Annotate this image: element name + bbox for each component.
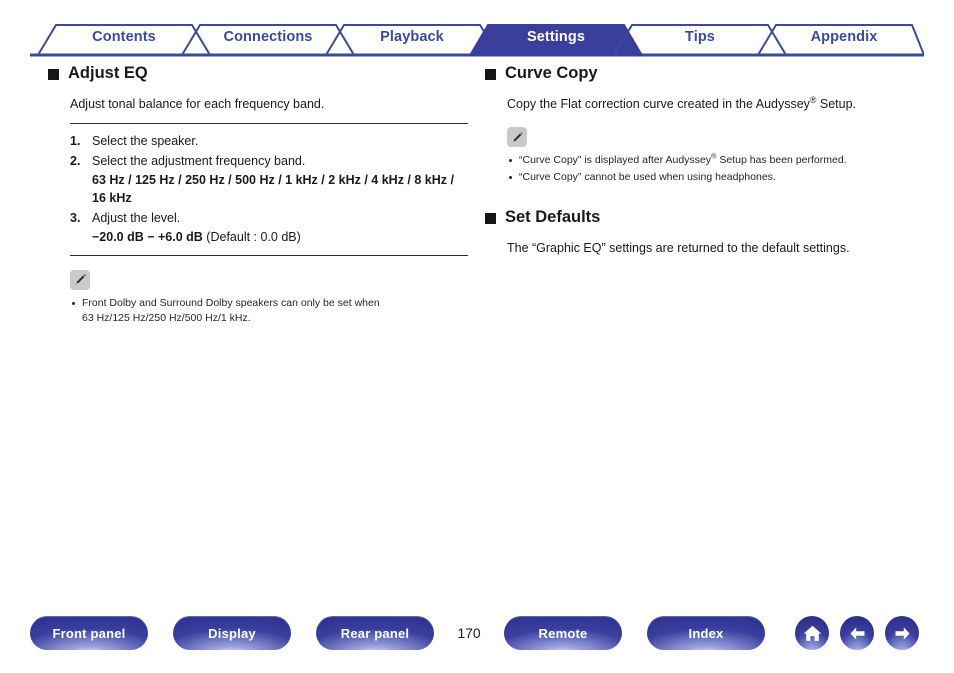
remote-button[interactable]: Remote — [504, 616, 622, 650]
step-item: 1. Select the speaker. — [70, 132, 468, 151]
step-text: Select the adjustment frequency band. — [92, 153, 306, 168]
tab-tips[interactable]: Tips — [632, 18, 768, 56]
divider-bottom — [70, 254, 468, 256]
step-text: Adjust the level. — [92, 211, 181, 226]
step-value: −20.0 dB − +6.0 dB — [92, 229, 203, 244]
tab-connections[interactable]: Connections — [200, 18, 336, 56]
section-lead-text: The “Graphic EQ” settings are returned t… — [507, 240, 850, 255]
note-item: “Curve Copy” cannot be used when using h… — [507, 170, 905, 185]
display-button[interactable]: Display — [173, 616, 291, 650]
step-number: 1. — [70, 134, 81, 149]
lead-post: Setup. — [816, 97, 857, 111]
note-text-line2: 63 Hz/125 Hz/250 Hz/500 Hz/1 kHz. — [82, 311, 251, 324]
home-glyph — [803, 625, 821, 641]
back-arrow-glyph — [850, 626, 864, 640]
step-number: 2. — [70, 153, 81, 168]
step-value: 63 Hz / 125 Hz / 250 Hz / 500 Hz / 1 kHz… — [92, 172, 454, 206]
home-icon[interactable] — [795, 616, 829, 650]
divider-top — [70, 123, 468, 125]
forward-arrow-icon[interactable] — [885, 616, 919, 650]
left-column: Adjust EQ Adjust tonal balance for each … — [48, 58, 468, 332]
square-bullet-icon — [485, 69, 496, 80]
section-adjust-eq: Adjust EQ Adjust tonal balance for each … — [48, 64, 468, 326]
pencil-glyph — [512, 131, 523, 142]
step-list: 1. Select the speaker. 2. Select the adj… — [70, 132, 468, 247]
page-content: Adjust EQ Adjust tonal balance for each … — [30, 58, 924, 578]
step-value-suffix: (Default : 0.0 dB) — [202, 229, 301, 244]
rear-panel-button[interactable]: Rear panel — [316, 616, 434, 650]
note-item: “Curve Copy” is displayed after Audyssey… — [507, 152, 905, 168]
footer-nav: Front panel Display Rear panel 170 Remot… — [0, 611, 954, 655]
note-text-post: Setup has been performed. — [716, 154, 847, 167]
section-lead-text: Copy the Flat correction curve created i… — [507, 95, 905, 113]
back-arrow-icon[interactable] — [840, 616, 874, 650]
pencil-glyph — [75, 274, 86, 284]
note-list: Front Dolby and Surround Dolby speakers … — [70, 296, 468, 326]
section-curve-copy: Curve Copy Copy the Flat correction curv… — [485, 64, 905, 186]
note-text-pre: “Curve Copy” is displayed after Audyssey — [519, 154, 711, 167]
note-text-pre: “Curve Copy” cannot be used when using h… — [519, 171, 776, 184]
step-value-line: −20.0 dB − +6.0 dB (Default : 0.0 dB) — [92, 228, 468, 247]
tab-bar: Contents Connections Playback Settings T… — [30, 18, 924, 58]
tab-contents[interactable]: Contents — [56, 18, 192, 56]
section-title-text: Adjust EQ — [68, 64, 148, 82]
note-text-line1: Front Dolby and Surround Dolby speakers … — [82, 296, 380, 309]
section-lead-text: Adjust tonal balance for each frequency … — [70, 97, 325, 111]
page-number: 170 — [457, 625, 481, 641]
note-block: “Curve Copy” is displayed after Audyssey… — [507, 127, 905, 185]
front-panel-button[interactable]: Front panel — [30, 616, 148, 650]
step-text: Select the speaker. — [92, 134, 199, 149]
right-column: Curve Copy Copy the Flat correction curv… — [485, 58, 905, 267]
note-list: “Curve Copy” is displayed after Audyssey… — [507, 152, 905, 185]
tab-settings[interactable]: Settings — [488, 18, 624, 56]
index-button[interactable]: Index — [647, 616, 765, 650]
step-number: 3. — [70, 211, 81, 226]
step-item: 3. Adjust the level. −20.0 dB − +6.0 dB … — [70, 209, 468, 247]
section-title-text: Curve Copy — [505, 64, 598, 82]
lead-pre: Copy the Flat correction curve created i… — [507, 97, 810, 111]
section-set-defaults: Set Defaults The “Graphic EQ” settings a… — [485, 208, 905, 257]
square-bullet-icon — [48, 69, 59, 80]
step-item: 2. Select the adjustment frequency band.… — [70, 152, 468, 208]
section-title-text: Set Defaults — [505, 207, 601, 226]
pencil-note-icon — [507, 127, 527, 148]
note-item: Front Dolby and Surround Dolby speakers … — [70, 296, 468, 326]
pencil-note-icon — [70, 269, 90, 290]
section-heading: Set Defaults — [485, 208, 905, 227]
section-heading: Curve Copy — [485, 64, 905, 83]
tab-appendix[interactable]: Appendix — [776, 18, 912, 56]
forward-arrow-glyph — [895, 626, 909, 640]
square-bullet-icon — [485, 212, 496, 224]
note-block: Front Dolby and Surround Dolby speakers … — [70, 269, 468, 326]
tab-playback[interactable]: Playback — [344, 18, 480, 56]
section-heading: Adjust EQ — [48, 64, 468, 83]
